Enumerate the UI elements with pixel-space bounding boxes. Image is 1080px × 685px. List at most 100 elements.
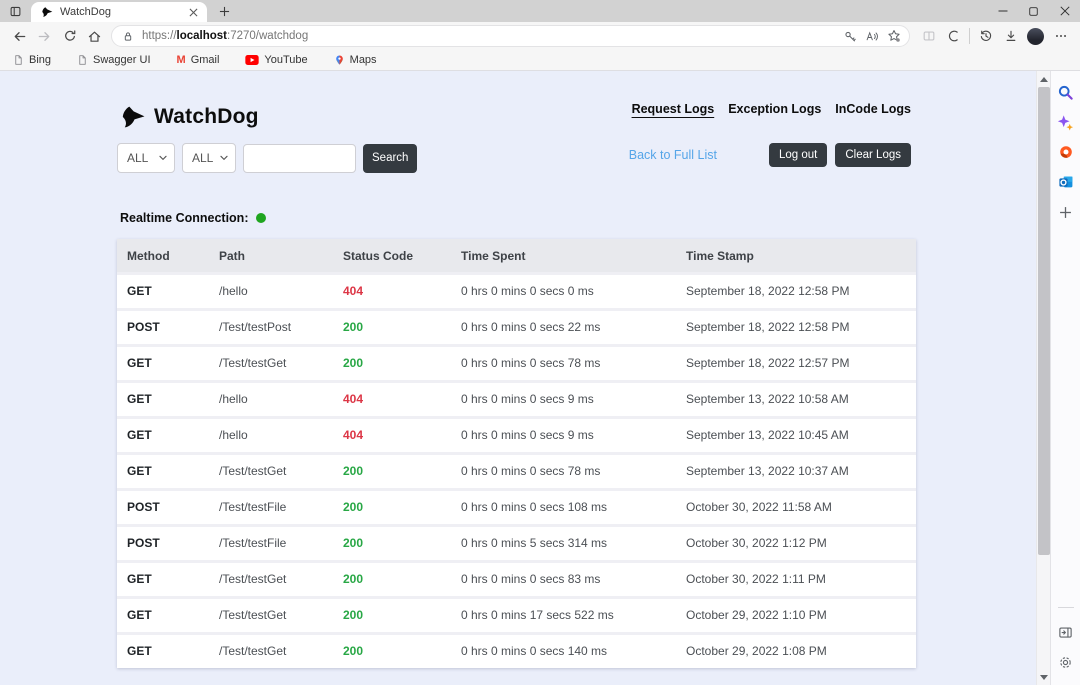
status-filter-select[interactable]: ALL (182, 143, 236, 173)
bookmark-maps[interactable]: Maps (332, 52, 379, 69)
maps-pin-icon (334, 54, 345, 66)
favorites-button[interactable] (883, 26, 905, 46)
bookmark-label: Swagger UI (93, 54, 150, 66)
header-status-code: Status Code (333, 239, 451, 274)
cell-method: GET (117, 274, 209, 310)
cell-time-stamp: October 30, 2022 11:58 AM (676, 490, 916, 526)
maximize-button[interactable] (1018, 0, 1049, 22)
browser-window: WatchDog (0, 0, 1080, 685)
home-button[interactable] (82, 24, 107, 48)
browser-essentials-button[interactable] (941, 24, 966, 48)
plus-icon (1059, 206, 1072, 219)
cell-path: /hello (209, 418, 333, 454)
method-filter-select[interactable]: ALL (117, 143, 175, 173)
tab-actions-menu-button[interactable] (7, 3, 24, 19)
read-aloud-icon (865, 30, 879, 43)
maximize-icon (1029, 7, 1038, 16)
cell-time-spent: 0 hrs 0 mins 0 secs 140 ms (451, 634, 676, 669)
profile-button[interactable] (1023, 24, 1048, 48)
table-row[interactable]: GET /Test/testGet 200 0 hrs 0 mins 0 sec… (117, 346, 916, 382)
star-settings-icon (887, 29, 901, 43)
home-icon (87, 29, 102, 44)
cell-status-code: 200 (333, 526, 451, 562)
more-menu-button[interactable] (1048, 24, 1073, 48)
sidebar-office-button[interactable] (1054, 137, 1078, 167)
refresh-button[interactable] (57, 24, 82, 48)
history-button[interactable] (973, 24, 998, 48)
search-button[interactable]: Search (363, 144, 417, 173)
bookmark-youtube[interactable]: YouTube (243, 52, 309, 69)
table-row[interactable]: POST /Test/testPost 200 0 hrs 0 mins 0 s… (117, 310, 916, 346)
cell-method: POST (117, 526, 209, 562)
downloads-button[interactable] (998, 24, 1023, 48)
cell-method: GET (117, 346, 209, 382)
address-bar[interactable]: https://localhost:7270/watchdog (111, 25, 910, 47)
bookmark-swagger-ui[interactable]: Swagger UI (75, 52, 152, 69)
logout-button[interactable]: Log out (769, 143, 827, 167)
cell-status-code: 200 (333, 634, 451, 669)
bookmark-gmail[interactable]: M Gmail (175, 52, 222, 69)
plus-icon (219, 6, 230, 17)
close-window-button[interactable] (1049, 0, 1080, 22)
back-button[interactable] (7, 24, 32, 48)
arrow-down-icon (1040, 675, 1048, 680)
sidebar-copilot-button[interactable] (1054, 107, 1078, 137)
favorites-bar: Bing Swagger UI M Gmail YouTube Maps (0, 50, 1080, 71)
new-tab-button[interactable] (217, 4, 232, 19)
minimize-button[interactable] (987, 0, 1018, 22)
cell-method: GET (117, 634, 209, 669)
lock-icon (122, 30, 134, 43)
bookmark-label: Gmail (191, 54, 220, 66)
page-icon (77, 54, 88, 66)
tab-incode-logs[interactable]: InCode Logs (835, 102, 911, 116)
cell-status-code: 200 (333, 562, 451, 598)
sidebar-settings-button[interactable] (1054, 647, 1078, 677)
tab-request-logs[interactable]: Request Logs (632, 102, 715, 116)
forward-icon (37, 29, 52, 44)
ellipsis-icon (1054, 29, 1068, 43)
browser-tab[interactable]: WatchDog (31, 2, 207, 22)
content-area: WatchDog ALL ALL Search (0, 71, 1080, 685)
table-row[interactable]: GET /Test/testGet 200 0 hrs 0 mins 0 sec… (117, 562, 916, 598)
table-row[interactable]: POST /Test/testFile 200 0 hrs 0 mins 0 s… (117, 490, 916, 526)
table-row[interactable]: GET /hello 404 0 hrs 0 mins 0 secs 0 ms … (117, 274, 916, 310)
back-to-full-list-link[interactable]: Back to Full List (629, 148, 717, 162)
cell-time-spent: 0 hrs 0 mins 0 secs 22 ms (451, 310, 676, 346)
header-time-stamp: Time Stamp (676, 239, 916, 274)
cell-path: /Test/testFile (209, 490, 333, 526)
download-icon (1004, 29, 1018, 43)
browser-essentials-icon (947, 29, 961, 43)
tab-close-button[interactable] (186, 5, 201, 20)
clear-logs-button[interactable]: Clear Logs (835, 143, 911, 167)
sidebar-add-button[interactable] (1054, 197, 1078, 227)
forward-button[interactable] (32, 24, 57, 48)
scroll-up-button[interactable] (1037, 72, 1051, 86)
table-row[interactable]: GET /hello 404 0 hrs 0 mins 0 secs 9 ms … (117, 382, 916, 418)
vertical-scrollbar[interactable] (1036, 71, 1050, 685)
cell-time-spent: 0 hrs 0 mins 0 secs 78 ms (451, 454, 676, 490)
table-row[interactable]: GET /Test/testGet 200 0 hrs 0 mins 17 se… (117, 598, 916, 634)
header-time-spent: Time Spent (451, 239, 676, 274)
sidebar-search-button[interactable] (1054, 77, 1078, 107)
read-aloud-button[interactable] (861, 26, 883, 46)
table-row[interactable]: GET /hello 404 0 hrs 0 mins 0 secs 9 ms … (117, 418, 916, 454)
table-row[interactable]: GET /Test/testGet 200 0 hrs 0 mins 0 sec… (117, 634, 916, 669)
cell-method: GET (117, 418, 209, 454)
scroll-down-button[interactable] (1037, 670, 1051, 684)
split-screen-button[interactable] (916, 24, 941, 48)
scrollbar-thumb[interactable] (1038, 87, 1050, 555)
close-icon (189, 8, 198, 17)
cell-method: POST (117, 310, 209, 346)
table-row[interactable]: GET /Test/testGet 200 0 hrs 0 mins 0 sec… (117, 454, 916, 490)
log-nav: Request Logs Exception Logs InCode Logs (632, 102, 911, 116)
cell-time-spent: 0 hrs 0 mins 17 secs 522 ms (451, 598, 676, 634)
table-row[interactable]: POST /Test/testFile 200 0 hrs 0 mins 5 s… (117, 526, 916, 562)
sidebar-outlook-button[interactable] (1054, 167, 1078, 197)
tab-exception-logs[interactable]: Exception Logs (728, 102, 821, 116)
cell-time-stamp: September 18, 2022 12:58 PM (676, 310, 916, 346)
bookmark-bing[interactable]: Bing (11, 52, 53, 69)
password-button[interactable] (839, 26, 861, 46)
search-input[interactable] (243, 144, 356, 173)
arrow-up-icon (1040, 77, 1048, 82)
open-in-sidebar-button[interactable] (1054, 617, 1078, 647)
